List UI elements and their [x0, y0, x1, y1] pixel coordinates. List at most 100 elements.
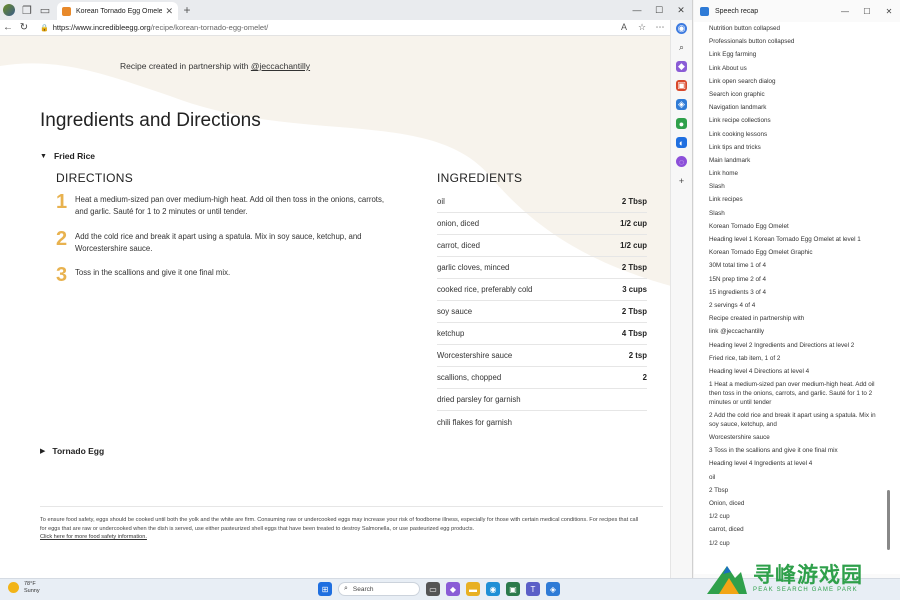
ingredient-name: soy sauce [437, 307, 473, 316]
ingredient-name: chili flakes for garnish [437, 417, 512, 427]
ingredient-name: oil [437, 197, 445, 206]
tornado-egg-label: Tornado Egg [52, 446, 105, 456]
recap-close-button[interactable]: ✕ [878, 0, 900, 22]
watermark-logo [707, 565, 747, 594]
watermark-en: PEAK SEARCH GAME PARK [753, 586, 858, 593]
office-icon[interactable]: ◐ [676, 137, 687, 148]
ingredient-name: carrot, diced [437, 241, 480, 250]
direction-step: 1 Heat a medium-sized pan over medium-hi… [56, 192, 396, 218]
maximize-button[interactable]: ☐ [648, 0, 670, 20]
recap-item: Nutrition button collapsed [709, 25, 781, 32]
ingredient-amount: 2 Tbsp [621, 197, 647, 206]
back-button[interactable]: ← [0, 22, 16, 33]
recap-item: 15 ingredients 3 of 4 [709, 288, 767, 296]
read-aloud-icon[interactable]: A [616, 22, 632, 33]
recap-item: Slash [709, 209, 725, 217]
tab-actions-icon[interactable]: ▭ [36, 0, 54, 20]
ingredient-row: ketchup 4 Tbsp [437, 323, 647, 345]
recap-item: 1 Heat a medium-sized pan over medium-hi… [709, 381, 875, 407]
browser-window: ❐ ▭ Korean Tornado Egg Omelet - A ✕ + — … [0, 0, 693, 578]
taskbar-search[interactable]: ⌕ Search [338, 582, 420, 596]
recap-list: Nutrition button collapsed Professionals … [694, 22, 900, 574]
recap-item: 1/2 cup [709, 513, 730, 521]
search-icon[interactable]: ⌕ [676, 42, 687, 53]
more-menu-icon[interactable]: ⋯ [652, 22, 668, 33]
minimize-button[interactable]: — [626, 0, 648, 20]
ingredient-row: onion, diced 1/2 cup [437, 213, 647, 235]
add-sidebar-app-icon[interactable]: + [676, 175, 687, 186]
tab-bar: ❐ ▭ Korean Tornado Egg Omelet - A ✕ + — … [0, 0, 692, 20]
tools-icon[interactable]: ◈ [676, 99, 687, 110]
store-app-icon[interactable]: ▣ [506, 582, 520, 596]
task-view-icon[interactable]: ▭ [426, 582, 440, 596]
recap-minimize-button[interactable]: — [834, 0, 856, 22]
close-window-button[interactable]: ✕ [670, 0, 692, 20]
footer-divider [40, 506, 663, 507]
tab-active[interactable]: Korean Tornado Egg Omelet - A ✕ [57, 2, 178, 20]
partner-credit: Recipe created in partnership with @jecc… [120, 61, 310, 71]
window-controls: — ☐ ✕ [626, 0, 692, 20]
ingredient-row: soy sauce 2 Tbsp [437, 301, 647, 323]
ingredient-amount: 2 [642, 373, 647, 382]
recap-item: Worcestershire sauce [709, 434, 770, 442]
workspaces-icon[interactable]: ❐ [18, 0, 36, 20]
ingredient-name: dried parsley for garnish [437, 395, 521, 404]
recap-item: Link Egg farming [709, 51, 757, 59]
ingredient-amount: 1/2 cup [620, 219, 647, 228]
site-favicon-icon [62, 6, 71, 16]
recap-item: 15N prep time 2 of 4 [709, 275, 767, 283]
recap-item: 3 Toss in the scallions and give it one … [709, 447, 838, 455]
ingredients-list: oil 2 Tbsp onion, diced 1/2 cup carrot, di… [437, 191, 647, 433]
recap-maximize-button[interactable]: ☐ [856, 0, 878, 22]
recap-item: Link recipes [709, 196, 743, 204]
start-icon[interactable]: ⊞ [318, 582, 332, 596]
recap-item: Main landmark [709, 156, 751, 164]
recap-item: 1/2 cup [709, 539, 730, 547]
ingredient-amount: 2 Tbsp [621, 263, 647, 272]
recap-item: 30M total time 1 of 4 [709, 262, 767, 270]
edge-app-icon[interactable]: ◉ [486, 582, 500, 596]
narrator-app-icon[interactable]: ◈ [546, 582, 560, 596]
fried-rice-toggle[interactable]: ▼ Fried Rice [40, 151, 95, 161]
close-tab-icon[interactable]: ✕ [165, 6, 173, 17]
copilot-icon[interactable]: ◉ [676, 23, 687, 34]
ingredient-row: scallions, chopped 2 [437, 367, 647, 389]
recap-item: Recipe created in partnership with [709, 315, 805, 323]
recap-scrollbar[interactable] [887, 490, 890, 550]
url-field[interactable]: 🔒 https://www.incredibleegg.org /recipe/… [40, 22, 616, 34]
copilot-app-icon[interactable]: ◆ [446, 582, 460, 596]
ingredient-row: carrot, diced 1/2 cup [437, 235, 647, 257]
direction-step: 3 Toss in the scallions and give it one … [56, 265, 396, 285]
profile-icon[interactable] [0, 0, 18, 20]
ingredient-row: garlic cloves, minced 2 Tbsp [437, 257, 647, 279]
lock-icon[interactable]: 🔒 [40, 24, 49, 32]
collections-icon[interactable]: ◆ [676, 61, 687, 72]
recap-item: Heading level 4 Directions at level 4 [709, 367, 810, 375]
teams-app-icon[interactable]: T [526, 582, 540, 596]
ingredient-name: ketchup [437, 329, 465, 338]
messenger-icon[interactable]: ◌ [676, 156, 687, 167]
ingredient-row: Worcestershire sauce 2 tsp [437, 345, 647, 367]
watermark: 寻峰游戏园 PEAK SEARCH GAME PARK [705, 555, 900, 600]
refresh-button[interactable]: ↻ [16, 22, 32, 33]
taskbar-search-label: Search [352, 585, 374, 593]
new-tab-button[interactable]: + [180, 0, 194, 20]
address-bar-row: ← ↻ 🔒 https://www.incredibleegg.org /rec… [0, 20, 692, 36]
speech-recap-window: Speech recap — ☐ ✕ Nutrition button coll… [694, 0, 900, 578]
weather-widget[interactable]: 78°F Sunny [8, 581, 40, 594]
ingredient-amount: 2 tsp [628, 351, 647, 360]
partner-link[interactable]: @jeccachantilly [251, 61, 310, 71]
ingredient-name: scallions, chopped [437, 373, 502, 382]
games-icon[interactable]: ● [676, 118, 687, 129]
recap-item: Slash [709, 183, 725, 191]
tornado-egg-toggle[interactable]: ▶ Tornado Egg [40, 446, 104, 456]
recap-item: Link open search dialog [709, 77, 776, 85]
favorite-star-icon[interactable]: ☆ [634, 22, 650, 33]
file-explorer-icon[interactable]: ▬ [466, 582, 480, 596]
recap-item: Professionals button collapsed [709, 38, 795, 46]
recap-item: Link cooking lessons [709, 130, 768, 138]
shopping-icon[interactable]: ▣ [676, 80, 687, 91]
step-text: Heat a medium-sized pan over medium-high… [75, 195, 385, 216]
food-safety-link[interactable]: Click here for more food safety informat… [40, 534, 147, 540]
web-page: Recipe created in partnership with @jecc… [0, 36, 671, 578]
